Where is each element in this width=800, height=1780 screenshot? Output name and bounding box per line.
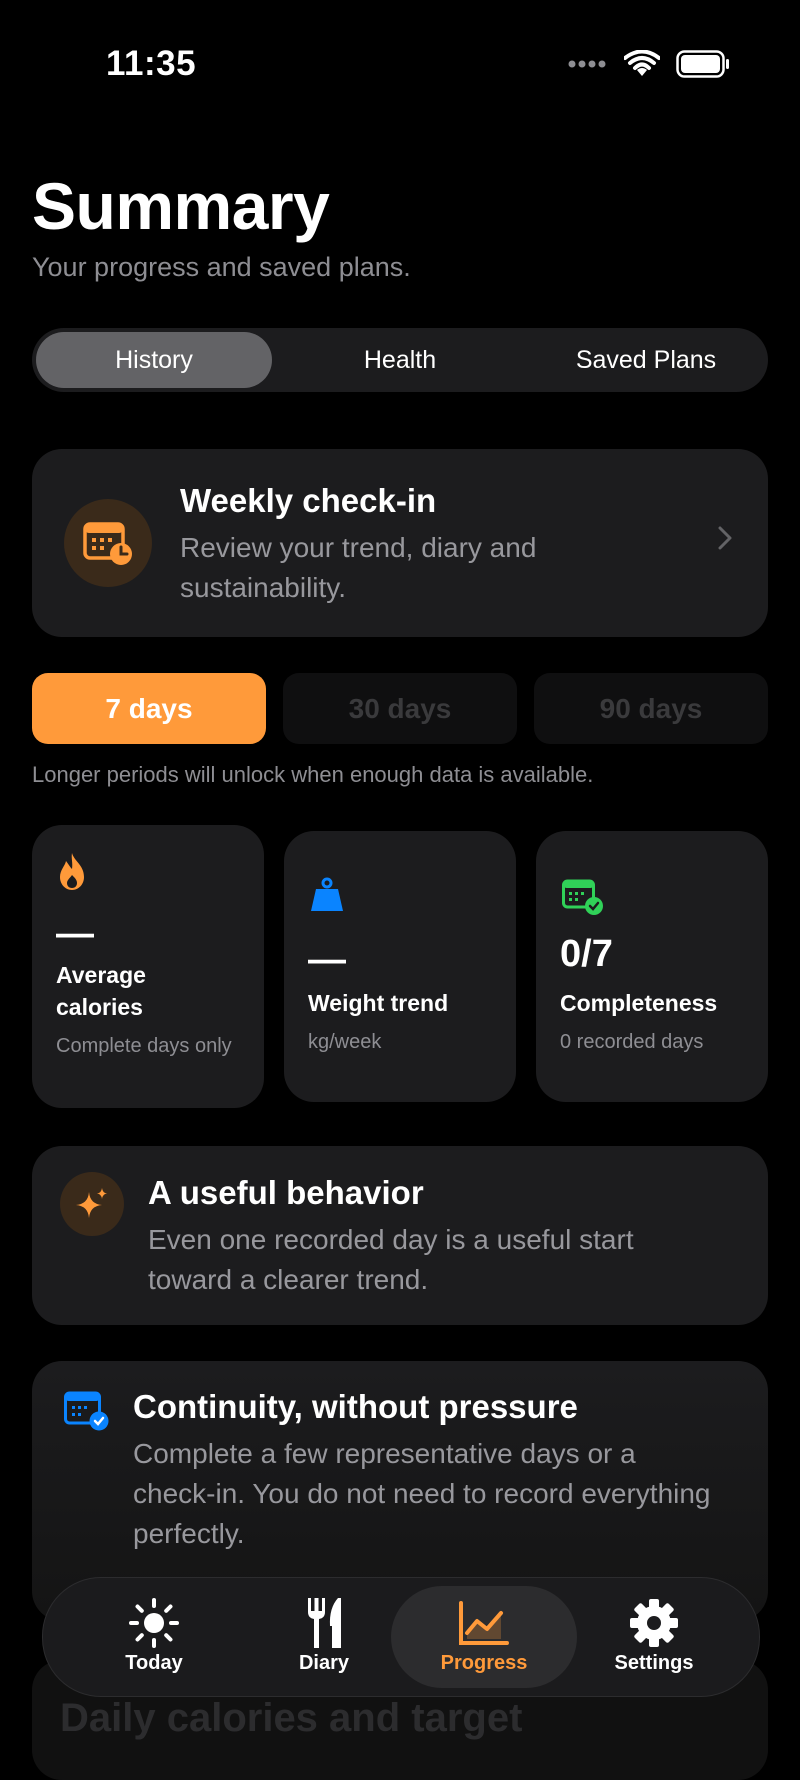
status-time: 11:35: [106, 44, 197, 83]
sparkles-icon: [76, 1188, 107, 1218]
weight-icon: [311, 877, 343, 911]
stat-label: Weight trend: [308, 990, 449, 1016]
tab-bar: Today Diary Progress Settings: [42, 1577, 760, 1697]
tab-settings[interactable]: Settings: [561, 1586, 747, 1688]
flame-icon: [60, 853, 84, 890]
period-note: Longer periods will unlock when enough d…: [32, 762, 594, 787]
segment-history[interactable]: History: [36, 332, 272, 388]
tab-today[interactable]: Today: [61, 1586, 247, 1688]
status-indicators: [568, 50, 730, 78]
stat-label: Completeness: [560, 990, 718, 1016]
behavior-description: Even one recorded day is a useful start …: [148, 1224, 634, 1295]
continuity-description: Complete a few representative days or a …: [133, 1438, 711, 1549]
tab-progress[interactable]: Progress: [391, 1586, 577, 1688]
stat-card-average-calories: — Average calories Complete days only: [32, 825, 264, 1108]
stat-value: 0/7: [560, 933, 613, 975]
stat-card-completeness: 0/7 Completeness 0 recorded days: [536, 831, 768, 1102]
stat-value: —: [56, 913, 94, 955]
sun-icon: [129, 1598, 179, 1648]
chevron-right-icon: [718, 526, 732, 550]
battery-icon: [676, 50, 729, 78]
stat-sub: kg/week: [308, 1031, 382, 1053]
period-30-days[interactable]: 30 days: [283, 673, 517, 744]
tab-label: Today: [125, 1652, 183, 1674]
segmented-control: History Health Saved Plans: [32, 328, 768, 392]
behavior-icon-badge: [60, 1172, 124, 1236]
stat-sub: 0 recorded days: [560, 1031, 704, 1053]
daily-calories-title: Daily calories and target: [60, 1696, 523, 1740]
calendar-clock-icon: [83, 522, 132, 565]
continuity-title: Continuity, without pressure: [133, 1388, 578, 1425]
checkin-title: Weekly check-in: [180, 482, 437, 519]
page-title: Summary: [32, 169, 330, 243]
checkin-description: Review your trend, diary and sustainabil…: [180, 532, 537, 603]
tab-label: Progress: [440, 1652, 528, 1674]
period-90-days[interactable]: 90 days: [534, 673, 768, 744]
stat-card-weight-trend: — Weight trend kg/week: [284, 831, 516, 1102]
wifi-icon: [624, 50, 660, 76]
stat-label: Average calories: [56, 962, 146, 1020]
tab-diary[interactable]: Diary: [231, 1586, 417, 1688]
segment-health[interactable]: Health: [286, 332, 514, 388]
cellular-dots-icon: [568, 60, 606, 68]
gear-icon: [630, 1599, 678, 1647]
tab-label: Settings: [614, 1652, 694, 1674]
behavior-title: A useful behavior: [148, 1174, 424, 1211]
page-subtitle: Your progress and saved plans.: [32, 252, 411, 282]
fork-knife-icon: [308, 1598, 341, 1648]
chart-icon: [459, 1601, 509, 1645]
stat-sub: Complete days only: [56, 1035, 232, 1057]
segment-saved-plans[interactable]: Saved Plans: [528, 332, 764, 388]
checkin-icon-badge: [64, 499, 152, 587]
tab-label: Diary: [298, 1652, 350, 1674]
period-7-days[interactable]: 7 days: [32, 673, 266, 744]
stat-value: —: [308, 939, 346, 981]
calendar-check-icon: [562, 879, 603, 915]
calendar-check-icon: [64, 1391, 109, 1431]
